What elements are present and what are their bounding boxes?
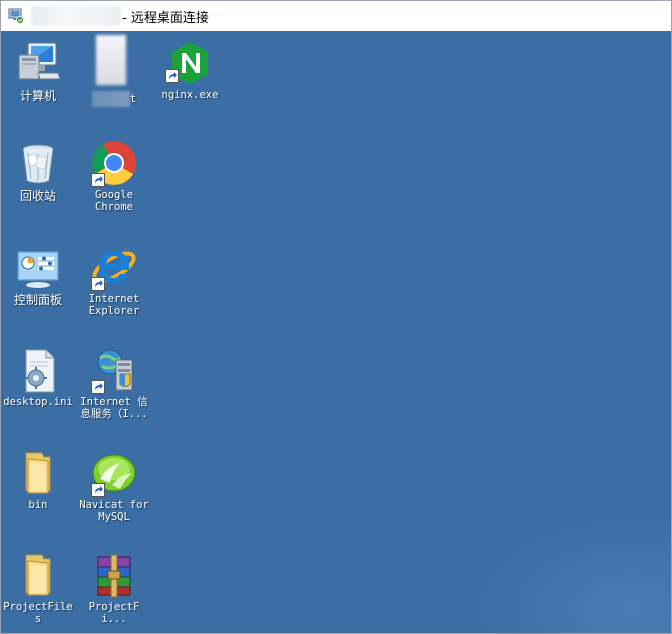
remote-desktop-window: - 远程桌面连接 计算机 回收站 控制面板 desktop.ini bin Pr… [0, 0, 672, 634]
icon-label: Google Chrome [95, 189, 133, 213]
desktop-icon-desktop-ini[interactable]: desktop.ini [1, 346, 75, 442]
winrar-icon [77, 551, 151, 599]
desktop-icon-projectfiles-folder[interactable]: ProjectFiles [1, 551, 75, 633]
document-icon [92, 35, 136, 85]
iis-icon [77, 346, 151, 394]
desktop-icon-projectfiles-archive[interactable]: ProjectFi... [77, 551, 151, 633]
shortcut-arrow-icon [165, 69, 179, 83]
remote-desktop-icon [8, 8, 24, 24]
desktop-icon-google-chrome[interactable]: Google Chrome [77, 139, 151, 235]
desktop-icon-navicat[interactable]: Navicat for MySQL [77, 449, 151, 545]
desktop-area: 计算机 回收站 控制面板 desktop.ini bin ProjectFile… [1, 31, 671, 633]
screen-glare [471, 513, 671, 633]
navicat-icon [77, 449, 151, 497]
icon-label: Internet 信 息服务（I... [80, 396, 148, 420]
title-bar[interactable]: - 远程桌面连接 [1, 1, 671, 31]
shortcut-arrow-icon [91, 277, 105, 291]
window-title: - 远程桌面连接 [122, 11, 209, 26]
shortcut-arrow-icon [91, 483, 105, 497]
shortcut-arrow-icon [91, 173, 105, 187]
chrome-icon [77, 139, 151, 187]
icon-label: 控制面板 [13, 293, 62, 307]
computer-icon [1, 39, 75, 87]
desktop-icon-nginx[interactable]: nginx.exe [153, 39, 227, 135]
desktop-icon-iis-manager[interactable]: Internet 信 息服务（I... [77, 346, 151, 442]
desktop-icon-redacted-file[interactable]: t [77, 35, 151, 131]
icon-label: 计算机 [19, 89, 56, 103]
icon-label: ProjectFiles [3, 601, 73, 625]
icon-label: bin [28, 499, 48, 511]
icon-label: Internet Explorer [88, 293, 140, 317]
control-panel-icon [1, 243, 75, 291]
desktop-icon-control-panel[interactable]: 控制面板 [1, 243, 75, 339]
settings-file-icon [1, 346, 75, 394]
nginx-icon [153, 39, 227, 87]
title-redacted-host [31, 6, 121, 26]
folder-icon [1, 449, 75, 497]
icon-label: ProjectFi... [88, 601, 140, 625]
folder-icon [1, 551, 75, 599]
recycle-bin-icon [1, 139, 75, 187]
icon-label: 回收站 [19, 189, 56, 203]
desktop-icon-recycle-bin[interactable]: 回收站 [1, 139, 75, 235]
ie-icon [77, 243, 151, 291]
desktop-icon-bin-folder[interactable]: bin [1, 449, 75, 545]
shortcut-arrow-icon [91, 380, 105, 394]
icon-label: Navicat for MySQL [79, 499, 149, 523]
icon-label: desktop.ini [3, 396, 73, 408]
icon-label: nginx.exe [161, 89, 219, 101]
icon-label: t [77, 91, 151, 107]
desktop-icon-computer[interactable]: 计算机 [1, 39, 75, 135]
desktop-icon-internet-explorer[interactable]: Internet Explorer [77, 243, 151, 339]
